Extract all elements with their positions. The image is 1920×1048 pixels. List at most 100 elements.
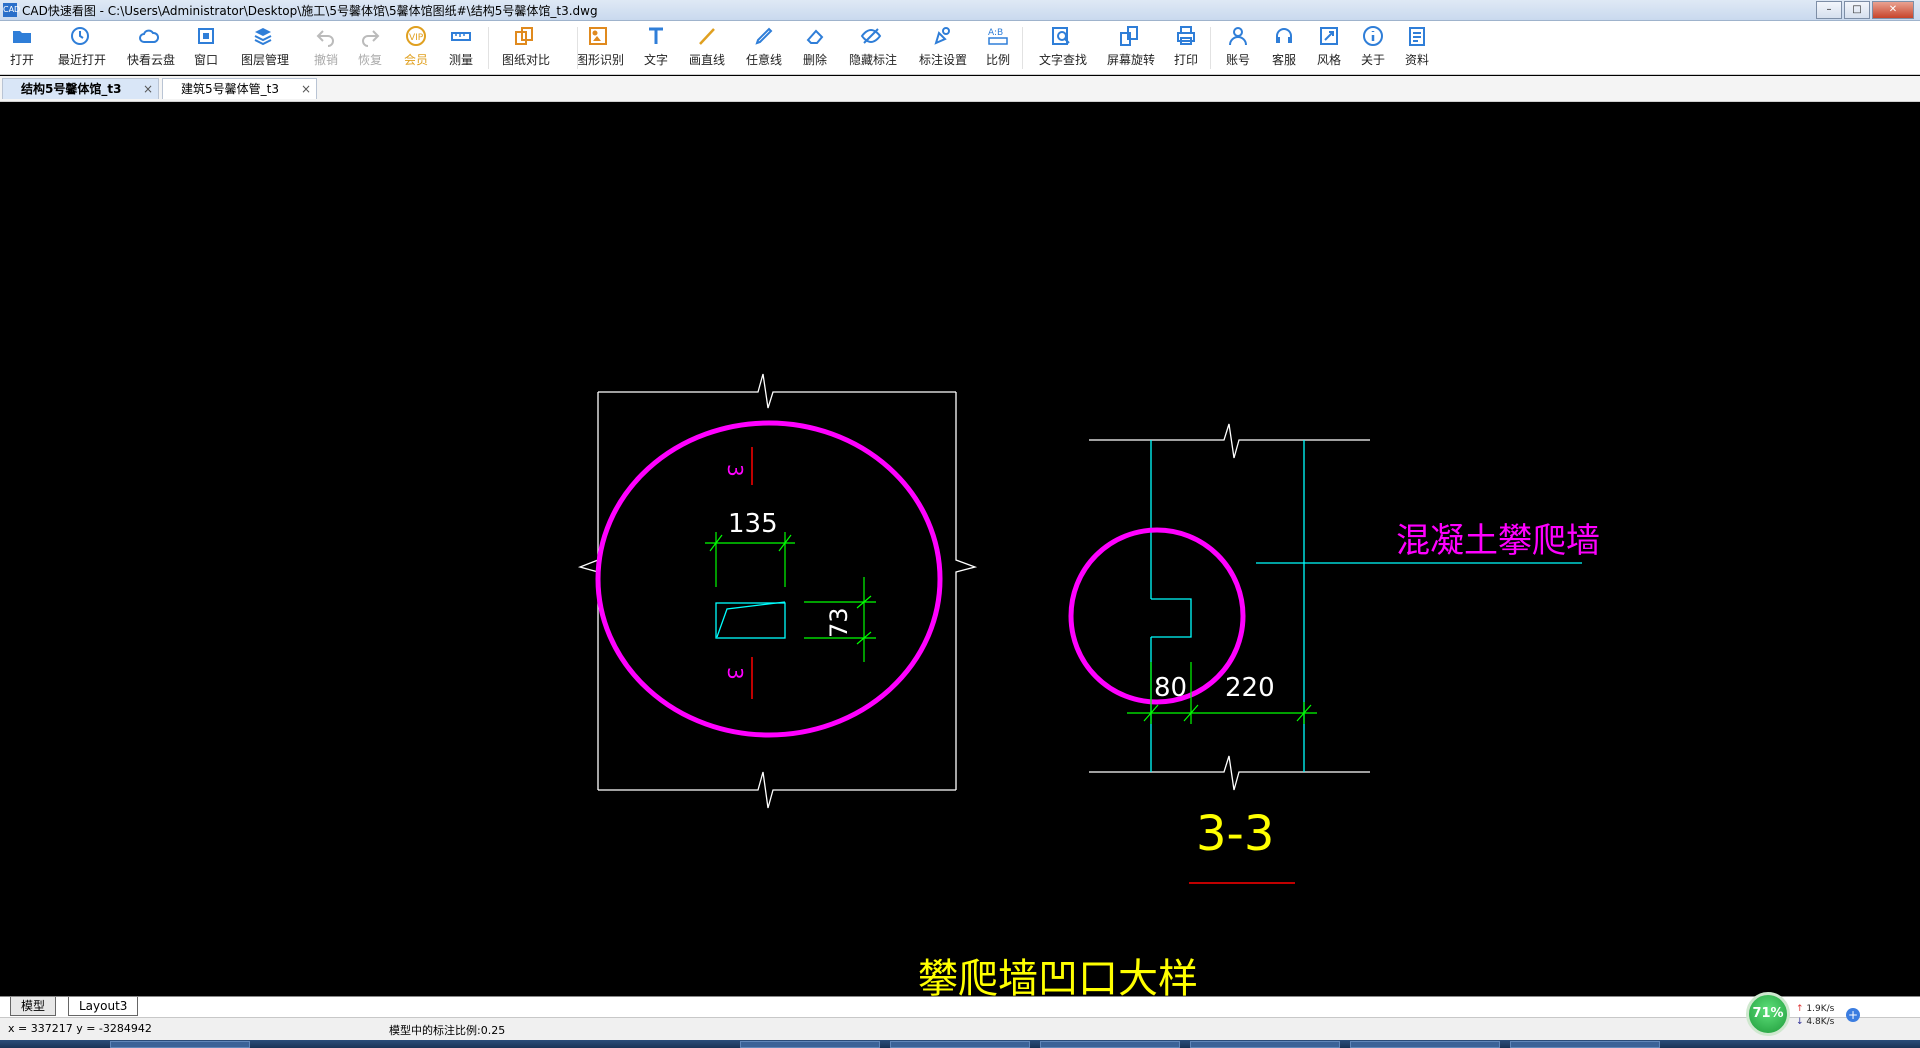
taskbar-item[interactable]: [1040, 1041, 1180, 1048]
toolbar-button-style[interactable]: 风格: [1307, 25, 1351, 71]
maximize-button[interactable]: □: [1844, 1, 1870, 19]
taskbar-item[interactable]: [1190, 1041, 1340, 1048]
download-speed: 4.8K/s: [1806, 1017, 1835, 1027]
toolbar-button-user[interactable]: 账号: [1216, 25, 1260, 71]
toolbar-button-vip[interactable]: VIP 会员: [394, 25, 438, 71]
toolbar-button-text-search[interactable]: 文字查找: [1039, 25, 1087, 71]
toolbar-button-label: 删除: [802, 53, 827, 67]
toolbar-button-folder-open[interactable]: 打开: [0, 25, 44, 71]
detail-title: 攀爬墙凹口大样: [918, 956, 1198, 996]
toolbar-button-label: 客服: [1271, 53, 1296, 67]
redo-icon: [359, 25, 381, 47]
plus-icon[interactable]: +: [1846, 1008, 1860, 1022]
toolbar-button-text[interactable]: 文字: [634, 25, 678, 71]
toolbar-button-ruler[interactable]: 测量: [439, 25, 483, 71]
frame-top-edge: [598, 373, 956, 409]
annotation-scale-text: 模型中的标注比例:0.25: [389, 1024, 506, 1037]
taskbar-item[interactable]: [740, 1041, 880, 1048]
toolbar-button-label: 快看云盘: [127, 53, 176, 67]
toolbar-button-annotation-settings[interactable]: 标注设置: [919, 25, 967, 71]
toolbar-button-eraser[interactable]: 删除: [793, 25, 837, 71]
toolbar-button-label: 隐藏标注: [849, 53, 898, 67]
taskbar-item[interactable]: [110, 1041, 250, 1048]
tab-label: 建筑5号馨体管_t3: [181, 82, 279, 96]
toolbar-button-eye-hide[interactable]: 隐藏标注: [849, 25, 898, 71]
shape-recognize-icon: [587, 25, 609, 47]
toolbar-button-line[interactable]: 画直线: [685, 25, 729, 71]
network-speed: ↑ 1.9K/s ↓ 4.8K/s: [1796, 1003, 1834, 1029]
toolbar-button-printer[interactable]: 打印: [1164, 25, 1208, 71]
status-bar: x = 337217 y = -3284942 模型中的标注比例:0.25: [0, 1017, 1920, 1040]
toolbar: 打开 最近打开 快看云盘 窗口 图层管理 撤销 恢复 VIP 会员 测量 图纸对比 图形识别 文字 画直线…: [0, 21, 1920, 75]
window-icon: [195, 25, 217, 47]
scale-icon: A:B: [987, 25, 1009, 47]
style-icon: [1318, 25, 1340, 47]
toolbar-separator: [488, 27, 489, 69]
toolbar-button-label: 画直线: [688, 53, 725, 67]
tab-layout3[interactable]: Layout3: [68, 997, 139, 1016]
toolbar-button-scale[interactable]: A:B 比例: [976, 25, 1020, 71]
tab-model[interactable]: 模型: [10, 997, 57, 1016]
toolbar-button-label: 屏幕旋转: [1107, 53, 1156, 67]
minimize-button[interactable]: –: [1816, 1, 1842, 19]
toolbar-button-cloud[interactable]: 快看云盘: [127, 25, 176, 71]
toolbar-button-shape-recognize[interactable]: 图形识别: [576, 25, 624, 71]
toolbar-button-rotate[interactable]: 屏幕旋转: [1107, 25, 1156, 71]
download-arrow-icon: ↓: [1796, 1017, 1804, 1027]
toolbar-button-docs[interactable]: 资料: [1395, 25, 1439, 71]
window-controls: – □ ✕: [1816, 1, 1914, 19]
section-wall: [1150, 440, 1582, 772]
svg-text:A:B: A:B: [988, 28, 1003, 38]
eye-hide-icon: [860, 25, 882, 47]
toolbar-button-undo[interactable]: 撤销: [304, 25, 348, 71]
tab-architecture-drawing[interactable]: 建筑5号馨体管_t3 ×: [162, 78, 317, 99]
cad-drawing: 3 3 135 73 80 220 混凝土攀爬墙 3-3 攀爬墙凹口大样: [577, 373, 1600, 996]
cpu-gauge[interactable]: 71%: [1746, 992, 1790, 1036]
dim-80-text: 80: [1154, 673, 1187, 703]
toolbar-button-info[interactable]: 关于: [1351, 25, 1395, 71]
toolbar-button-layers[interactable]: 图层管理: [241, 25, 289, 71]
toolbar-button-label: 资料: [1404, 53, 1429, 67]
layout-tabs: 模型 Layout3: [0, 996, 1920, 1017]
toolbar-button-compare[interactable]: 图纸对比: [502, 25, 551, 71]
toolbar-button-label: 风格: [1316, 53, 1341, 67]
toolbar-button-label: 最近打开: [58, 53, 107, 67]
toolbar-button-pen[interactable]: 任意线: [742, 25, 786, 71]
dim-135-text: 135: [728, 509, 778, 539]
toolbar-button-label: 窗口: [193, 53, 218, 67]
line-icon: [696, 25, 718, 47]
toolbar-button-label: 文字: [643, 53, 668, 67]
section-frame: [1089, 423, 1370, 791]
tab-structure-drawing[interactable]: 结构5号馨体馆_t3 ×: [2, 78, 159, 99]
taskbar-item[interactable]: [1510, 1041, 1660, 1048]
wall-notch: [1151, 598, 1192, 638]
toolbar-button-window[interactable]: 窗口: [184, 25, 228, 71]
toolbar-button-redo[interactable]: 恢复: [348, 25, 392, 71]
taskbar-item[interactable]: [1350, 1041, 1500, 1048]
taskbar: [0, 1040, 1920, 1048]
upload-speed: 1.9K/s: [1806, 1004, 1835, 1014]
document-tabs: 结构5号馨体馆_t3 × 建筑5号馨体管_t3 ×: [0, 76, 1920, 102]
pen-icon: [753, 25, 775, 47]
close-icon[interactable]: ×: [301, 79, 311, 100]
toolbar-button-clock[interactable]: 最近打开: [58, 25, 107, 71]
user-icon: [1227, 25, 1249, 47]
toolbar-button-headset[interactable]: 客服: [1262, 25, 1306, 71]
info-icon: [1362, 25, 1384, 47]
section-bottom-edge: [1089, 755, 1370, 791]
undo-icon: [315, 25, 337, 47]
close-button[interactable]: ✕: [1872, 1, 1914, 19]
toolbar-button-label: 恢复: [357, 53, 382, 67]
toolbar-button-label: 任意线: [745, 53, 782, 67]
taskbar-item[interactable]: [890, 1041, 1030, 1048]
detail-frame: [577, 373, 978, 809]
close-icon[interactable]: ×: [143, 79, 153, 100]
drawing-canvas[interactable]: 3 3 135 73 80 220 混凝土攀爬墙 3-3 攀爬墙凹口大样: [0, 102, 1920, 996]
toolbar-button-label: 打印: [1173, 53, 1198, 67]
toolbar-button-label: 图纸对比: [502, 53, 551, 67]
toolbar-separator: [1022, 27, 1023, 69]
toolbar-button-label: 会员: [403, 53, 428, 67]
svg-text:VIP: VIP: [409, 33, 424, 43]
toolbar-button-label: 测量: [448, 53, 473, 67]
upload-arrow-icon: ↑: [1796, 1004, 1804, 1014]
